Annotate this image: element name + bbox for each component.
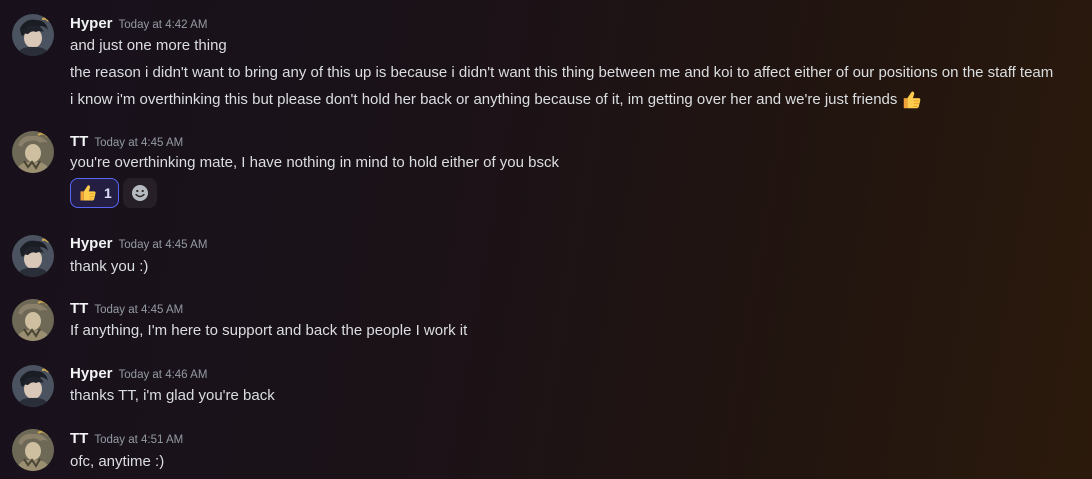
- avatar[interactable]: [12, 131, 54, 173]
- message-text: If anything, I'm here to support and bac…: [70, 322, 468, 339]
- username[interactable]: Hyper: [70, 15, 113, 32]
- username[interactable]: TT: [70, 300, 88, 317]
- message-text: ofc, anytime :): [70, 453, 165, 470]
- thumbs-up-icon: [78, 183, 98, 203]
- avatar[interactable]: [12, 299, 54, 341]
- avatar[interactable]: [12, 365, 54, 407]
- message-text: and just one more thing: [70, 37, 227, 54]
- message-header: TT Today at 4:45 AM: [70, 300, 183, 320]
- message-header: TT Today at 4:45 AM: [70, 133, 183, 153]
- message-header: Hyper Today at 4:42 AM: [70, 15, 207, 35]
- reaction-thumbs-up[interactable]: 1: [70, 178, 119, 208]
- tt-avatar-icon: [12, 299, 54, 341]
- message-text-with-emoji: i know i'm overthinking this but please …: [70, 89, 923, 111]
- timestamp: Today at 4:46 AM: [118, 369, 208, 381]
- timestamp: Today at 4:42 AM: [118, 19, 208, 31]
- message-header: Hyper Today at 4:46 AM: [70, 365, 207, 385]
- timestamp: Today at 4:45 AM: [94, 137, 184, 149]
- hyper-avatar-icon: [12, 235, 54, 277]
- message-text: thanks TT, i'm glad you're back: [70, 387, 275, 404]
- username[interactable]: TT: [70, 430, 88, 447]
- message-header: TT Today at 4:51 AM: [70, 430, 183, 450]
- message-header: Hyper Today at 4:45 AM: [70, 235, 207, 255]
- avatar[interactable]: [12, 235, 54, 277]
- avatar[interactable]: [12, 14, 54, 56]
- chat-messages: Hyper Today at 4:42 AM and just one more …: [0, 0, 1092, 479]
- username[interactable]: Hyper: [70, 365, 113, 382]
- username[interactable]: Hyper: [70, 235, 113, 252]
- tt-avatar-icon: [12, 131, 54, 173]
- tt-avatar-icon: [12, 429, 54, 471]
- hyper-avatar-icon: [12, 365, 54, 407]
- timestamp: Today at 4:45 AM: [118, 239, 208, 251]
- message-text: i know i'm overthinking this but please …: [70, 90, 898, 108]
- message-text: the reason i didn't want to bring any of…: [70, 64, 1054, 81]
- message-text: thank you :): [70, 258, 149, 275]
- timestamp: Today at 4:51 AM: [94, 434, 184, 446]
- message-text: you're overthinking mate, I have nothing…: [70, 154, 559, 171]
- username[interactable]: TT: [70, 133, 88, 150]
- thumbs-up-icon: [901, 89, 923, 111]
- avatar[interactable]: [12, 429, 54, 471]
- add-reaction-smiley-icon: [132, 185, 148, 201]
- add-reaction-button[interactable]: [123, 178, 157, 208]
- hyper-avatar-icon: [12, 14, 54, 56]
- reaction-count: 1: [104, 185, 112, 201]
- timestamp: Today at 4:45 AM: [94, 304, 184, 316]
